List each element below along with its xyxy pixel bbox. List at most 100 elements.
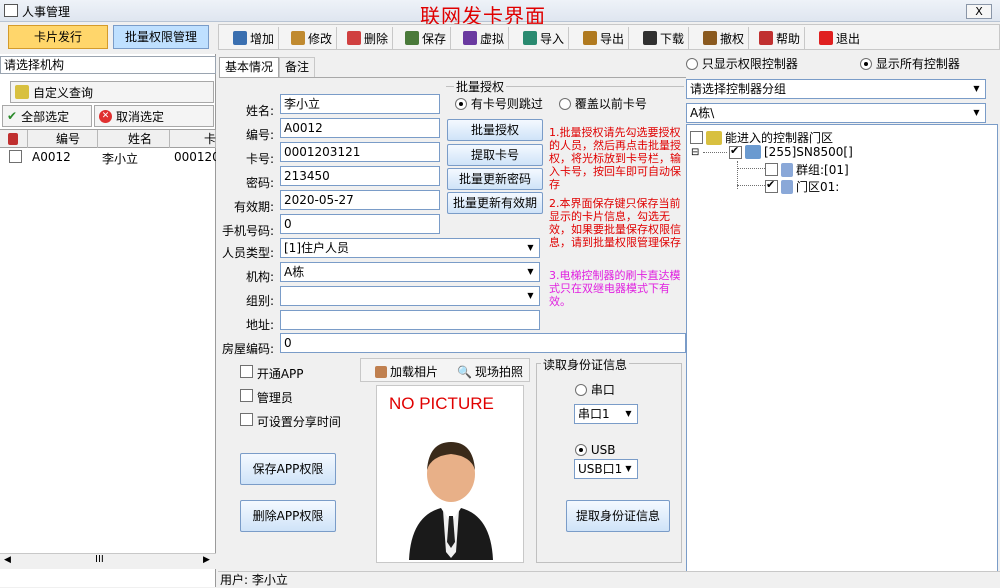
chevron-down-icon[interactable]: ▼ [524,289,537,303]
edit-icon [291,31,305,45]
org-label: 机构: [245,270,274,284]
tree-door-node[interactable]: 门区01: [765,178,839,195]
show-all-option[interactable]: 显示所有控制器 [860,55,960,72]
type-label: 人员类型: [221,246,274,260]
overwrite-radio[interactable] [559,98,571,110]
address-field[interactable] [280,310,540,330]
import-button[interactable]: 导入 [519,27,570,49]
show-all-radio[interactable] [860,58,872,70]
delete-button[interactable]: 删除 [343,27,394,49]
chevron-down-icon[interactable]: ▼ [970,106,983,120]
skip-radio[interactable] [455,98,467,110]
door-icon [781,179,793,194]
download-button[interactable]: 下载 [639,27,690,49]
horizontal-scrollbar[interactable]: ◀ III ▶ [0,553,216,569]
revoke-button[interactable]: 撤权 [699,27,750,49]
phone-field[interactable]: 0 [280,214,440,234]
export-button[interactable]: 导出 [579,27,630,49]
serial-option[interactable]: 串口 [575,381,615,398]
tab-batch-permission[interactable]: 批量权限管理 [113,25,209,49]
admin-option[interactable]: 管理员 [240,389,293,406]
load-photo-button[interactable]: 加载相片 [375,363,438,380]
scroll-left-icon[interactable]: ◀ [4,555,11,565]
edit-button[interactable]: 修改 [287,27,338,49]
add-button[interactable]: 增加 [229,27,280,49]
id-field[interactable]: A0012 [280,118,440,138]
extract-card-button[interactable]: 提取卡号 [447,144,543,166]
serial-radio[interactable] [575,384,587,396]
exit-icon [819,31,833,45]
chevron-down-icon[interactable]: ▼ [524,265,537,279]
delete-app-permission-button[interactable]: 删除APP权限 [240,500,336,532]
tree-root[interactable]: 能进入的控制器门区 [690,129,833,146]
chevron-down-icon[interactable]: ▼ [524,241,537,255]
column-card-header[interactable]: 卡 [170,130,216,148]
controller-group-select[interactable]: 请选择控制器分组 ▼ [686,79,986,99]
row-id: A0012 [32,150,71,164]
tree-root-checkbox[interactable] [690,131,703,144]
tree-expand-icon[interactable]: ⊟ [691,147,699,158]
extract-idcard-button[interactable]: 提取身份证信息 [566,500,670,532]
tab-note[interactable]: 备注 [279,57,316,77]
batch-expiry-button[interactable]: 批量更新有效期 [447,192,543,214]
usb-select[interactable]: USB口1 ▼ [574,459,638,479]
card-field[interactable]: 0001203121 [280,142,440,162]
close-button[interactable]: X [966,4,992,19]
tree-controller-node[interactable]: [255]SN8500[] [729,144,853,159]
name-field[interactable]: 李小立 [280,94,440,114]
usb-radio[interactable] [575,444,587,456]
skip-option[interactable]: 有卡号则跳过 [455,95,543,112]
tree-controller-checkbox[interactable] [729,144,742,159]
column-id-header[interactable]: 编号 [28,130,98,148]
check-icon: ✔ [7,109,18,123]
share-time-checkbox[interactable] [240,413,253,426]
open-app-checkbox[interactable] [240,365,253,378]
share-time-option[interactable]: 可设置分享时间 [240,413,341,430]
tab-card-issue[interactable]: 卡片发行 [8,25,108,49]
help-button[interactable]: 帮助 [755,27,806,49]
tree-group-node[interactable]: 群组:[01] [765,161,849,178]
column-checkbox-header[interactable] [0,130,28,148]
chevron-down-icon[interactable]: ▼ [622,462,635,476]
column-name-header[interactable]: 姓名 [98,130,170,148]
name-label: 姓名: [245,104,274,118]
org-select-field[interactable]: A栋 ▼ [280,262,540,282]
table-row[interactable]: A0012 李小立 0001203 [0,148,216,166]
expiry-field[interactable]: 2020-05-27 [280,190,440,210]
tree-group-checkbox[interactable] [765,163,778,176]
save-button[interactable]: 保存 [401,27,452,49]
tab-basic[interactable]: 基本情况 [219,57,280,77]
usb-option[interactable]: USB [575,443,615,457]
virtual-icon [463,31,477,45]
capture-photo-button[interactable]: 🔍 现场拍照 [457,363,523,380]
group-select[interactable]: ▼ [280,286,540,306]
chevron-down-icon[interactable]: ▼ [970,82,983,96]
deselect-button[interactable]: ✕ 取消选定 [94,105,214,127]
org-select[interactable]: 请选择机构 [0,56,216,74]
scroll-thumb[interactable]: III [95,554,104,565]
chevron-down-icon[interactable]: ▼ [622,407,635,421]
batch-password-button[interactable]: 批量更新密码 [447,168,543,190]
custom-query-button[interactable]: 自定义查询 [10,81,214,103]
only-perm-radio[interactable] [686,58,698,70]
password-field[interactable]: 213450 [280,166,440,186]
batch-auth-button[interactable]: 批量授权 [447,119,543,141]
controller-tree: 能进入的控制器门区 ⊟ [255]SN8500[] 群组:[01] 门区01: [686,124,998,576]
type-select[interactable]: [1]住户人员 ▼ [280,238,540,258]
only-perm-option[interactable]: 只显示权限控制器 [686,55,798,72]
serial-select[interactable]: 串口1 ▼ [574,404,638,424]
row-checkbox[interactable] [9,150,22,163]
building-select[interactable]: A栋\ ▼ [686,103,986,123]
save-app-permission-button[interactable]: 保存APP权限 [240,453,336,485]
virtual-button[interactable]: 虚拟 [459,27,510,49]
room-field[interactable]: 0 [280,333,686,353]
help-icon [759,31,773,45]
open-app-option[interactable]: 开通APP [240,365,304,382]
tree-door-checkbox[interactable] [765,178,778,193]
select-all-button[interactable]: ✔ 全部选定 [2,105,92,127]
exit-button[interactable]: 退出 [815,27,864,49]
save-icon [405,31,419,45]
scroll-right-icon[interactable]: ▶ [203,555,210,565]
overwrite-option[interactable]: 覆盖以前卡号 [559,95,647,112]
admin-checkbox[interactable] [240,389,253,402]
